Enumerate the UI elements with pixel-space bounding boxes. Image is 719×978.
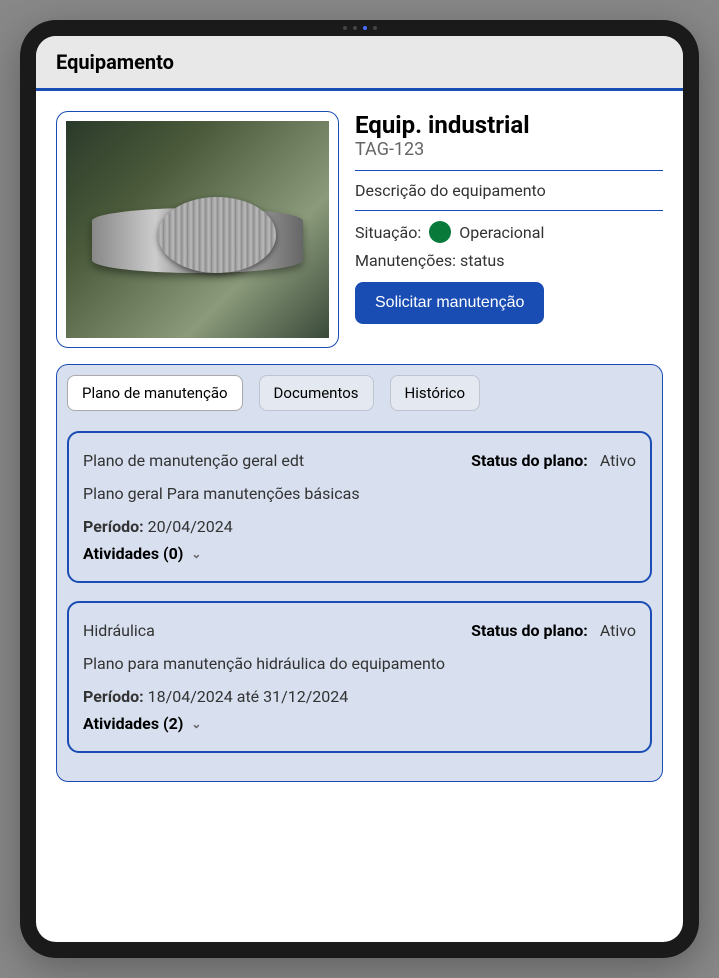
activities-toggle[interactable]: Atividades (2) ⌄ xyxy=(83,714,636,733)
activities-label: Atividades (2) xyxy=(83,714,183,733)
activities-toggle[interactable]: Atividades (0) ⌄ xyxy=(83,544,636,563)
equipment-description: Descrição do equipamento xyxy=(355,181,663,200)
content-area: Equip. industrial TAG-123 Descrição do e… xyxy=(36,91,683,942)
situation-label: Situação: xyxy=(355,223,421,242)
plan-header: Hidráulica Status do plano: Ativo xyxy=(83,621,636,640)
divider xyxy=(355,210,663,211)
page-header: Equipamento xyxy=(36,36,683,91)
plan-period: Período: 18/04/2024 até 31/12/2024 xyxy=(83,687,636,706)
chevron-down-icon: ⌄ xyxy=(191,547,201,561)
equipment-name: Equip. industrial xyxy=(355,111,663,139)
tab-documents[interactable]: Documentos xyxy=(259,375,374,411)
plan-status-value: Ativo xyxy=(600,451,636,470)
equipment-tag: TAG-123 xyxy=(355,139,663,160)
plan-card: Plano de manutenção geral edt Status do … xyxy=(67,431,652,583)
equipment-image xyxy=(66,121,329,338)
screen: Equipamento Equip. industrial TAG-123 De… xyxy=(36,36,683,942)
period-value: 20/04/2024 xyxy=(148,517,233,536)
request-maintenance-button[interactable]: Solicitar manutenção xyxy=(355,282,544,324)
equipment-image-frame xyxy=(56,111,339,348)
status-row: Situação: Operacional xyxy=(355,221,663,243)
divider xyxy=(355,170,663,171)
plan-status-label: Status do plano: xyxy=(471,451,588,470)
status-indicator-icon xyxy=(429,221,451,243)
plan-header: Plano de manutenção geral edt Status do … xyxy=(83,451,636,470)
page-title: Equipamento xyxy=(56,50,174,74)
plan-title: Plano de manutenção geral edt xyxy=(83,451,304,470)
plan-card: Hidráulica Status do plano: Ativo Plano … xyxy=(67,601,652,753)
equipment-info: Equip. industrial TAG-123 Descrição do e… xyxy=(355,111,663,348)
equipment-summary: Equip. industrial TAG-123 Descrição do e… xyxy=(56,111,663,348)
tabs: Plano de manutenção Documentos Histórico xyxy=(67,375,652,411)
activities-label: Atividades (0) xyxy=(83,544,183,563)
plan-status: Status do plano: Ativo xyxy=(471,451,636,470)
plan-period: Período: 20/04/2024 xyxy=(83,517,636,536)
plan-status: Status do plano: Ativo xyxy=(471,621,636,640)
plan-status-label: Status do plano: xyxy=(471,621,588,640)
period-value: 18/04/2024 até 31/12/2024 xyxy=(148,687,349,706)
tablet-frame: Equipamento Equip. industrial TAG-123 De… xyxy=(20,20,699,958)
plan-status-value: Ativo xyxy=(600,621,636,640)
period-label: Período: xyxy=(83,517,144,536)
maintenance-status: Manutenções: status xyxy=(355,251,663,270)
plan-title: Hidráulica xyxy=(83,621,155,640)
tab-history[interactable]: Histórico xyxy=(390,375,481,411)
tab-maintenance-plan[interactable]: Plano de manutenção xyxy=(67,375,243,411)
period-label: Período: xyxy=(83,687,144,706)
plan-description: Plano geral Para manutenções básicas xyxy=(83,484,636,503)
tabs-panel: Plano de manutenção Documentos Histórico… xyxy=(56,364,663,782)
situation-value: Operacional xyxy=(459,223,544,242)
chevron-down-icon: ⌄ xyxy=(191,717,201,731)
plan-description: Plano para manutenção hidráulica do equi… xyxy=(83,654,636,673)
sensor-bar xyxy=(343,26,377,30)
